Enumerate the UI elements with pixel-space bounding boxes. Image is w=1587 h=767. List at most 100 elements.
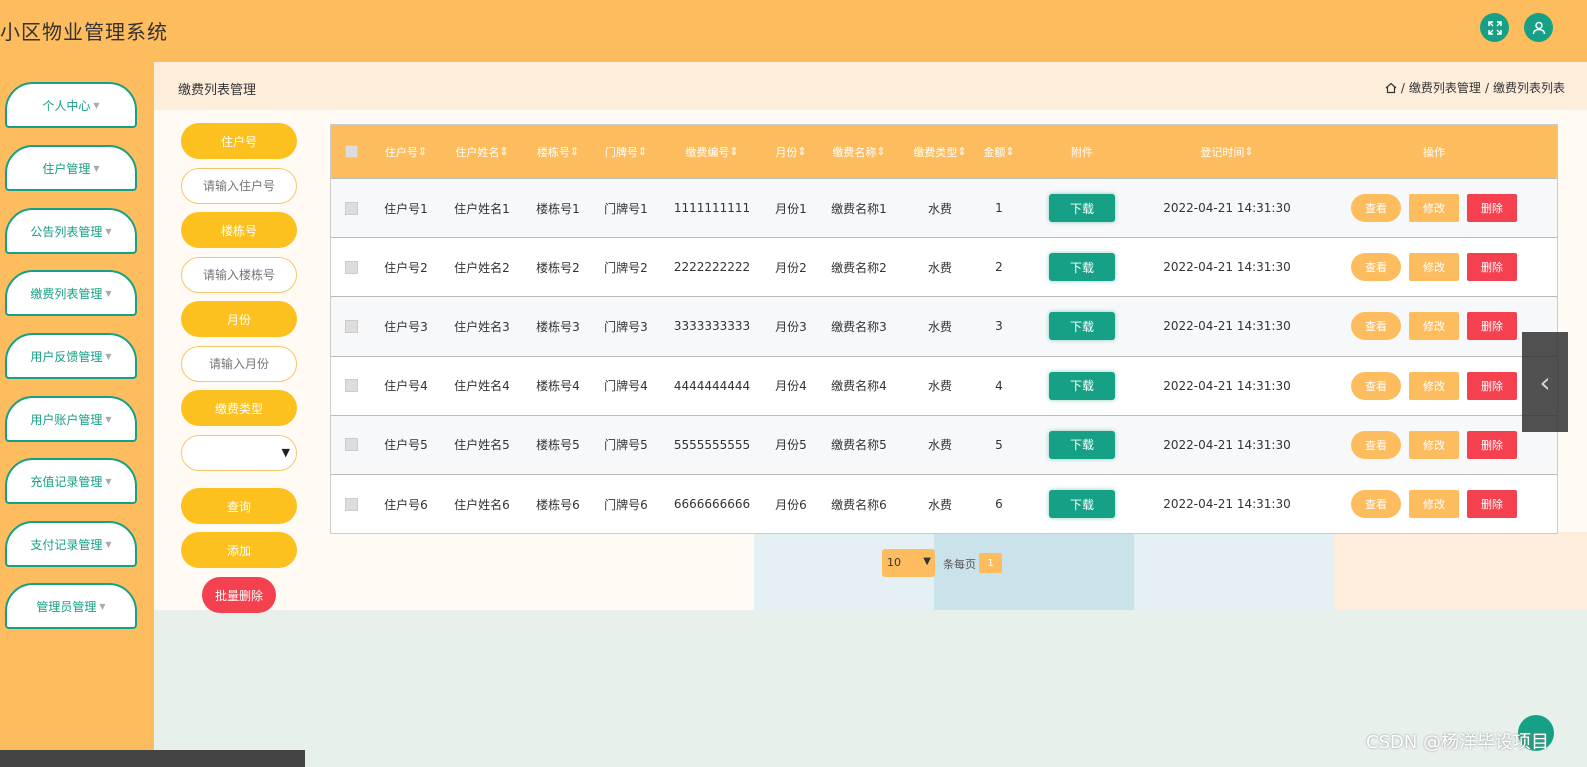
page-size-value: 10 <box>887 556 901 569</box>
sidebar-item-residents[interactable]: 住户管理 ▼ <box>5 145 137 191</box>
delete-button[interactable]: 删除 <box>1467 490 1517 519</box>
edit-button[interactable]: 修改 <box>1409 194 1459 223</box>
breadcrumb-item[interactable]: 缴费列表管理 <box>1409 79 1481 96</box>
sidebar-item-recharge[interactable]: 充值记录管理 ▼ <box>5 458 137 504</box>
col-header-label: 金额 <box>983 145 1006 159</box>
row-checkbox[interactable] <box>344 379 358 393</box>
sidebar-item-accounts[interactable]: 用户账户管理 ▼ <box>5 396 137 442</box>
edit-button[interactable]: 修改 <box>1409 253 1459 282</box>
edit-button[interactable]: 修改 <box>1409 490 1459 519</box>
select-all-checkbox[interactable] <box>344 145 358 158</box>
row-select-cell <box>331 438 371 452</box>
row-checkbox[interactable] <box>344 319 358 333</box>
cell-fee-type: 水费 <box>927 319 952 334</box>
col-header-resident-no[interactable]: 住户号 ⇕ <box>371 144 441 160</box>
sort-icon: ⇕ <box>499 145 509 158</box>
cell-fee-type: 水费 <box>927 379 952 394</box>
download-button[interactable]: 下载 <box>1049 430 1115 459</box>
fullscreen-button[interactable] <box>1480 13 1509 42</box>
edit-button[interactable]: 修改 <box>1409 312 1459 341</box>
view-button[interactable]: 查看 <box>1351 312 1401 341</box>
edit-button[interactable]: 修改 <box>1409 371 1459 400</box>
col-header-resident-name[interactable]: 住户姓名 ⇕ <box>441 144 523 160</box>
cell-attachment: 下载 <box>1019 430 1145 459</box>
edit-button[interactable]: 修改 <box>1409 430 1459 459</box>
row-checkbox[interactable] <box>344 201 358 215</box>
row-checkbox[interactable] <box>344 438 358 452</box>
download-button[interactable]: 下载 <box>1049 312 1115 341</box>
delete-button[interactable]: 删除 <box>1467 371 1517 400</box>
page-number-current[interactable]: 1 <box>979 553 1002 573</box>
view-button[interactable]: 查看 <box>1351 490 1401 519</box>
view-button[interactable]: 查看 <box>1351 430 1401 459</box>
sidebar-item-label: 用户账户管理 <box>30 412 103 427</box>
cell-month: 月份3 <box>775 319 807 334</box>
fee-type-select[interactable]: ▼ <box>181 435 297 471</box>
cell-fee-name: 缴费名称1 <box>831 201 887 216</box>
cell-payment-no: 2222222222 <box>673 260 751 275</box>
caret-down-icon: ▼ <box>99 601 106 611</box>
col-header-actions: 操作 <box>1423 145 1445 159</box>
view-button[interactable]: 查看 <box>1351 253 1401 282</box>
table-row: 住户号4 住户姓名4 楼栋号4 门牌号4 4444444444 月份4 缴费名称4 水费 4 下载… <box>331 355 1557 415</box>
page-size-select[interactable]: 10 ▼ <box>882 549 935 577</box>
col-header-payment-no[interactable]: 缴费编号 ⇕ <box>659 144 765 160</box>
month-input[interactable] <box>181 346 297 382</box>
row-select-cell <box>331 497 371 511</box>
col-header-fee-type[interactable]: 缴费类型 ⇕ <box>901 144 979 160</box>
download-button[interactable]: 下载 <box>1049 194 1115 223</box>
col-header-register-time[interactable]: 登记时间 ⇕ <box>1145 144 1309 160</box>
user-button[interactable] <box>1524 13 1553 42</box>
sidebar-item-pay-records[interactable]: 支付记录管理 ▼ <box>5 521 137 567</box>
delete-button[interactable]: 删除 <box>1467 312 1517 341</box>
status-bar <box>0 750 305 767</box>
cell-actions: 查看 修改 删除 <box>1309 194 1559 223</box>
row-checkbox[interactable] <box>344 497 358 511</box>
cell-resident-name: 住户姓名3 <box>454 319 510 334</box>
sidebar-item-label: 公告列表管理 <box>30 224 103 239</box>
sidebar-item-label: 支付记录管理 <box>30 537 103 552</box>
home-icon[interactable] <box>1385 82 1397 94</box>
collapse-panel-button[interactable]: ‹ <box>1522 332 1568 432</box>
chevron-down-icon: ▼ <box>281 446 290 459</box>
cell-resident-no: 住户号3 <box>384 319 428 334</box>
row-checkbox[interactable] <box>344 260 358 274</box>
cell-amount: 1 <box>995 201 1003 216</box>
delete-button[interactable]: 删除 <box>1467 430 1517 459</box>
delete-button[interactable]: 删除 <box>1467 194 1517 223</box>
cell-payment-no: 6666666666 <box>673 497 751 512</box>
col-header-fee-name[interactable]: 缴费名称 ⇕ <box>817 144 901 160</box>
table-row: 住户号5 住户姓名5 楼栋号5 门牌号5 5555555555 月份5 缴费名称5 水费 5 下载… <box>331 414 1559 474</box>
sidebar-item-admins[interactable]: 管理员管理 ▼ <box>5 583 137 629</box>
cell-actions: 查看 修改 删除 <box>1309 430 1559 459</box>
col-header-label: 缴费类型 <box>913 145 958 159</box>
add-button[interactable]: 添加 <box>181 532 297 568</box>
download-button[interactable]: 下载 <box>1049 253 1115 282</box>
sidebar-item-payments[interactable]: 缴费列表管理 ▼ <box>5 270 137 316</box>
delete-button[interactable]: 删除 <box>1467 253 1517 282</box>
cell-building: 楼栋号1 <box>536 201 580 216</box>
cell-register-time: 2022-04-21 14:31:30 <box>1163 319 1291 334</box>
col-header-label: 缴费名称 <box>832 145 877 159</box>
sidebar-item-feedback[interactable]: 用户反馈管理 ▼ <box>5 333 137 379</box>
cell-resident-no: 住户号4 <box>384 379 428 394</box>
cell-register-time: 2022-04-21 14:31:30 <box>1163 378 1291 393</box>
col-header-door-no[interactable]: 门牌号 ⇕ <box>593 144 659 160</box>
download-button[interactable]: 下载 <box>1049 490 1115 519</box>
batch-delete-button[interactable]: 批量删除 <box>202 577 276 613</box>
col-header-amount[interactable]: 金额 ⇕ <box>979 144 1019 160</box>
cell-attachment: 下载 <box>1019 490 1145 519</box>
view-button[interactable]: 查看 <box>1351 371 1401 400</box>
col-header-building[interactable]: 楼栋号 ⇕ <box>523 144 593 160</box>
table-row: 住户号1 住户姓名1 楼栋号1 门牌号1 1111111111 月份1 缴费名称1 水费 1 下载… <box>331 178 1559 238</box>
sidebar-item-personal-center[interactable]: 个人中心 ▼ <box>5 82 137 128</box>
query-button[interactable]: 查询 <box>181 488 297 524</box>
cell-resident-name: 住户姓名5 <box>454 438 510 453</box>
resident-no-input[interactable] <box>181 168 297 204</box>
building-input[interactable] <box>181 257 297 293</box>
download-button[interactable]: 下载 <box>1049 371 1115 400</box>
cell-fee-name: 缴费名称5 <box>831 438 887 453</box>
sidebar-item-notices[interactable]: 公告列表管理 ▼ <box>5 208 137 254</box>
view-button[interactable]: 查看 <box>1351 194 1401 223</box>
col-header-month[interactable]: 月份 ⇕ <box>765 144 817 160</box>
